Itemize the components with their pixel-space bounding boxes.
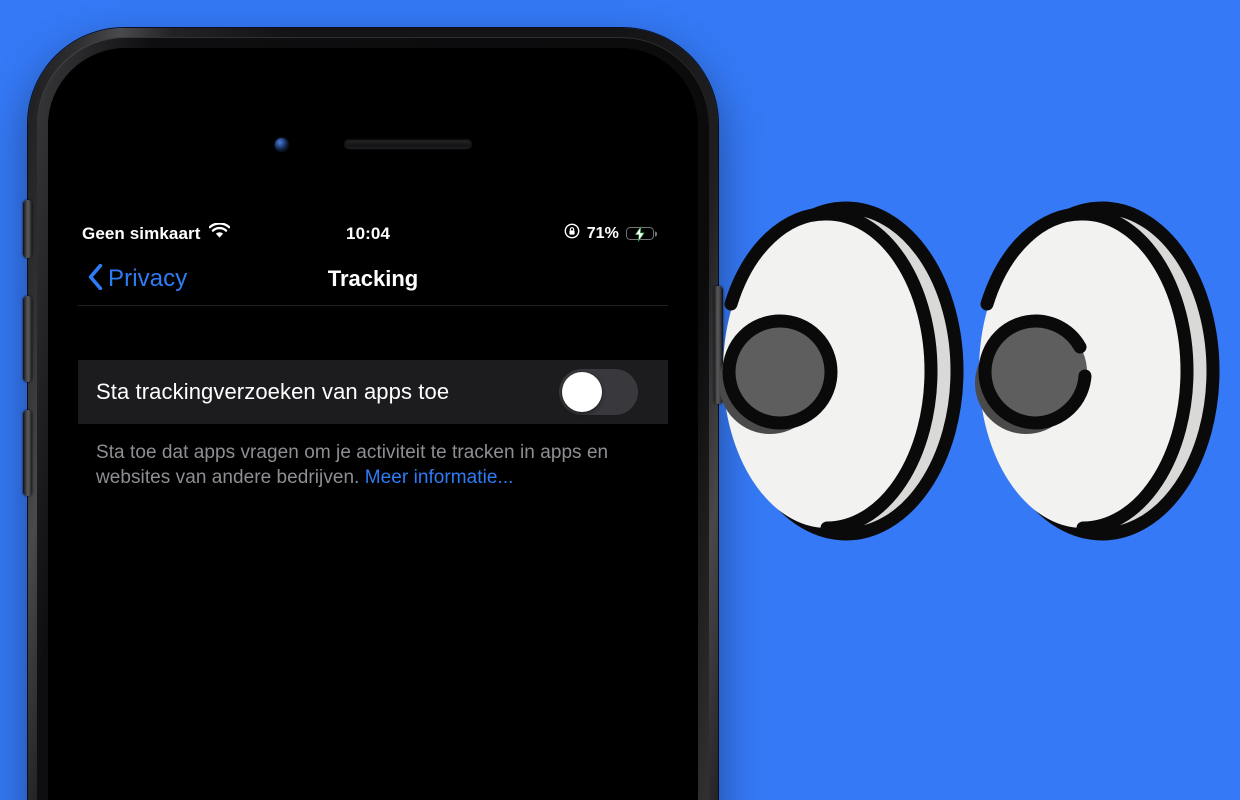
front-camera-icon: [274, 137, 288, 151]
phone-front-face: Geen simkaart 10:04 71% Privacy Tracking…: [48, 48, 698, 800]
navigation-bar: Privacy Tracking: [78, 253, 668, 306]
rotation-lock-icon: [564, 223, 580, 244]
tracking-footer-note: Sta toe dat apps vragen om je activiteit…: [78, 424, 668, 490]
left-eye: [719, 201, 964, 541]
back-button-label: Privacy: [108, 265, 188, 292]
footer-text: Sta toe dat apps vragen om je activiteit…: [96, 442, 609, 488]
more-info-link[interactable]: Meer informatie...: [365, 467, 514, 488]
status-bar-right: 71%: [390, 223, 655, 244]
tracking-toggle-label: Sta trackingverzoeken van apps toe: [96, 379, 450, 404]
tracking-toggle-switch[interactable]: [559, 369, 638, 415]
tracking-toggle-row[interactable]: Sta trackingverzoeken van apps toe: [78, 360, 668, 424]
eyes-emoji-illustration: [718, 196, 1230, 546]
earpiece-speaker-icon: [343, 139, 472, 149]
back-button[interactable]: Privacy: [78, 263, 188, 295]
status-bar-clock: 10:04: [346, 223, 390, 243]
iphone-device: Geen simkaart 10:04 71% Privacy Tracking…: [23, 28, 723, 800]
chevron-left-icon: [88, 263, 103, 295]
settings-content: Sta trackingverzoeken van apps toe Sta t…: [78, 306, 668, 490]
screenshot-canvas: Geen simkaart 10:04 71% Privacy Tracking…: [0, 0, 1240, 800]
toggle-knob: [562, 372, 602, 412]
volume-up-button[interactable]: [23, 296, 32, 382]
battery-icon: [626, 226, 655, 241]
right-eye: [975, 201, 1220, 541]
status-bar: Geen simkaart 10:04 71%: [78, 214, 668, 253]
sensor-cluster: [48, 136, 698, 152]
charging-bolt-icon: [635, 226, 645, 241]
volume-down-button[interactable]: [23, 410, 32, 496]
mute-switch[interactable]: [23, 200, 32, 258]
status-bar-left: Geen simkaart: [82, 222, 346, 244]
wifi-icon: [209, 222, 231, 244]
battery-percent-label: 71%: [586, 224, 620, 242]
carrier-label: Geen simkaart: [82, 223, 201, 243]
phone-screen: Geen simkaart 10:04 71% Privacy Tracking…: [78, 214, 668, 800]
